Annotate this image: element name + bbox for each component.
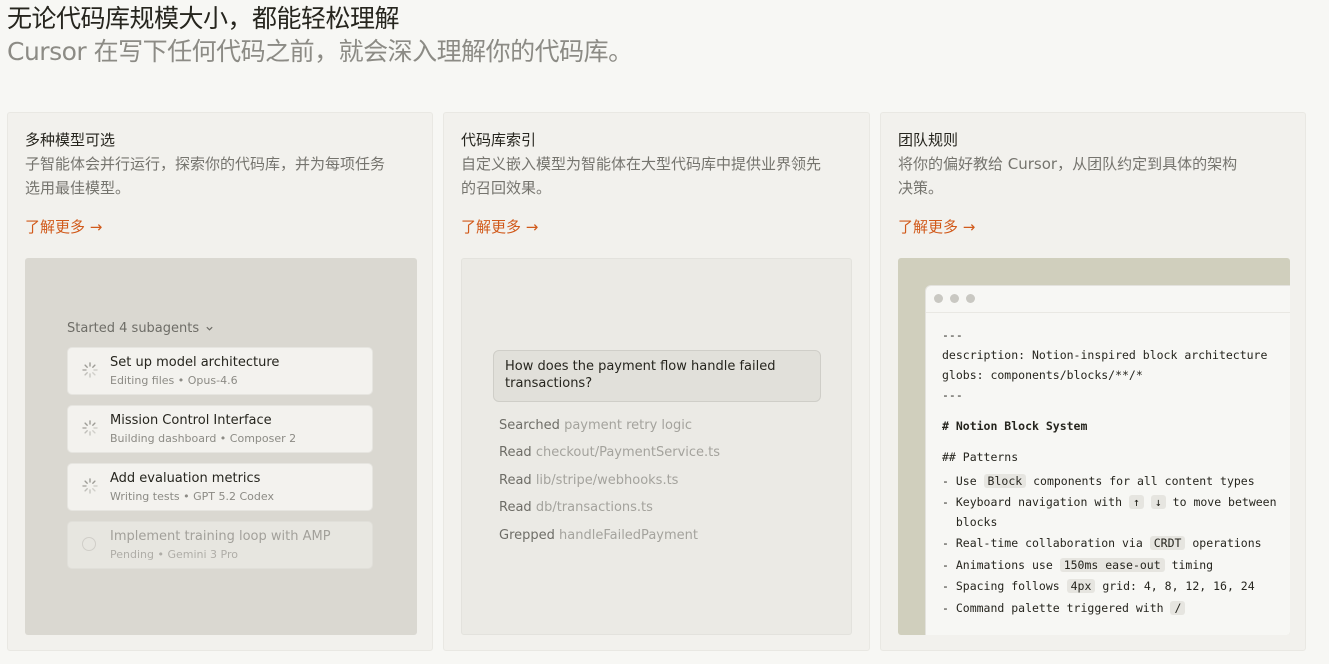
task-title: Implement training loop with AMP xyxy=(110,529,331,544)
card-description: 子智能体会并行运行，探索你的代码库，并为每项任务 选用最佳模型。 xyxy=(25,155,386,197)
agent-step: Read db/transactions.ts xyxy=(499,500,653,515)
card-models: 多种模型可选 子智能体会并行运行，探索你的代码库，并为每项任务 选用最佳模型。 了… xyxy=(7,112,433,651)
window-dot-icon xyxy=(966,294,975,303)
task-title: Set up model architecture xyxy=(110,355,280,370)
agent-step: Searched payment retry logic xyxy=(499,418,693,433)
card-title: 团队规则 xyxy=(898,131,959,149)
subagent-task-pending[interactable]: Implement training loop with AMP Pending… xyxy=(67,521,373,569)
subagents-panel: Started 4 subagents Set up model archite… xyxy=(25,258,417,635)
spinner-icon xyxy=(82,362,98,378)
rules-editor-panel: --- description: Notion-inspired block a… xyxy=(898,258,1290,635)
pending-circle-icon xyxy=(82,537,96,551)
task-meta: Writing tests • GPT 5.2 Codex xyxy=(110,490,274,503)
card-codebase-index: 代码库索引 自定义嵌入模型为智能体在大型代码库中提供业界领先 的召回效果。 了解更… xyxy=(443,112,870,651)
rules-code: --- description: Notion-inspired block a… xyxy=(942,328,1277,615)
learn-more-link[interactable]: 了解更多 → xyxy=(461,216,538,238)
window-dot-icon xyxy=(934,294,943,303)
learn-more-link[interactable]: 了解更多 → xyxy=(898,216,975,238)
spinner-icon xyxy=(82,420,98,436)
subagent-task[interactable]: Set up model architecture Editing files … xyxy=(67,347,373,395)
card-description: 将你的偏好教给 Cursor，从团队约定到具体的架构 决策。 xyxy=(898,155,1238,197)
hero-title: 无论代码库规模大小，都能轻松理解 xyxy=(7,4,400,33)
hero-subtitle: Cursor 在写下任何代码之前，就会深入理解你的代码库。 xyxy=(7,37,633,66)
task-title: Add evaluation metrics xyxy=(110,471,261,486)
chevron-down-icon xyxy=(206,326,213,331)
subagent-task[interactable]: Mission Control Interface Building dashb… xyxy=(67,405,373,453)
card-title: 代码库索引 xyxy=(461,131,537,149)
card-description: 自定义嵌入模型为智能体在大型代码库中提供业界领先 的召回效果。 xyxy=(461,155,822,197)
task-title: Mission Control Interface xyxy=(110,413,272,428)
card-team-rules: 团队规则 将你的偏好教给 Cursor，从团队约定到具体的架构 决策。 了解更多 … xyxy=(880,112,1306,651)
rules-file-window: --- description: Notion-inspired block a… xyxy=(926,286,1290,635)
spinner-icon xyxy=(82,478,98,494)
learn-more-link[interactable]: 了解更多 → xyxy=(25,216,102,238)
window-titlebar xyxy=(926,286,1290,313)
agent-step: Read lib/stripe/webhooks.ts xyxy=(499,473,679,488)
card-title: 多种模型可选 xyxy=(25,131,116,149)
agent-step: Grepped handleFailedPayment xyxy=(499,528,698,543)
user-question-bubble: How does the payment flow handle failed … xyxy=(493,350,821,402)
subagents-toggle[interactable]: Started 4 subagents xyxy=(67,321,214,336)
agent-step: Read checkout/PaymentService.ts xyxy=(499,445,721,460)
window-dot-icon xyxy=(950,294,959,303)
task-meta: Editing files • Opus-4.6 xyxy=(110,374,238,387)
task-meta: Pending • Gemini 3 Pro xyxy=(110,548,238,561)
subagent-task[interactable]: Add evaluation metrics Writing tests • G… xyxy=(67,463,373,511)
agent-chat-panel: How does the payment flow handle failed … xyxy=(461,258,852,635)
task-meta: Building dashboard • Composer 2 xyxy=(110,432,297,445)
